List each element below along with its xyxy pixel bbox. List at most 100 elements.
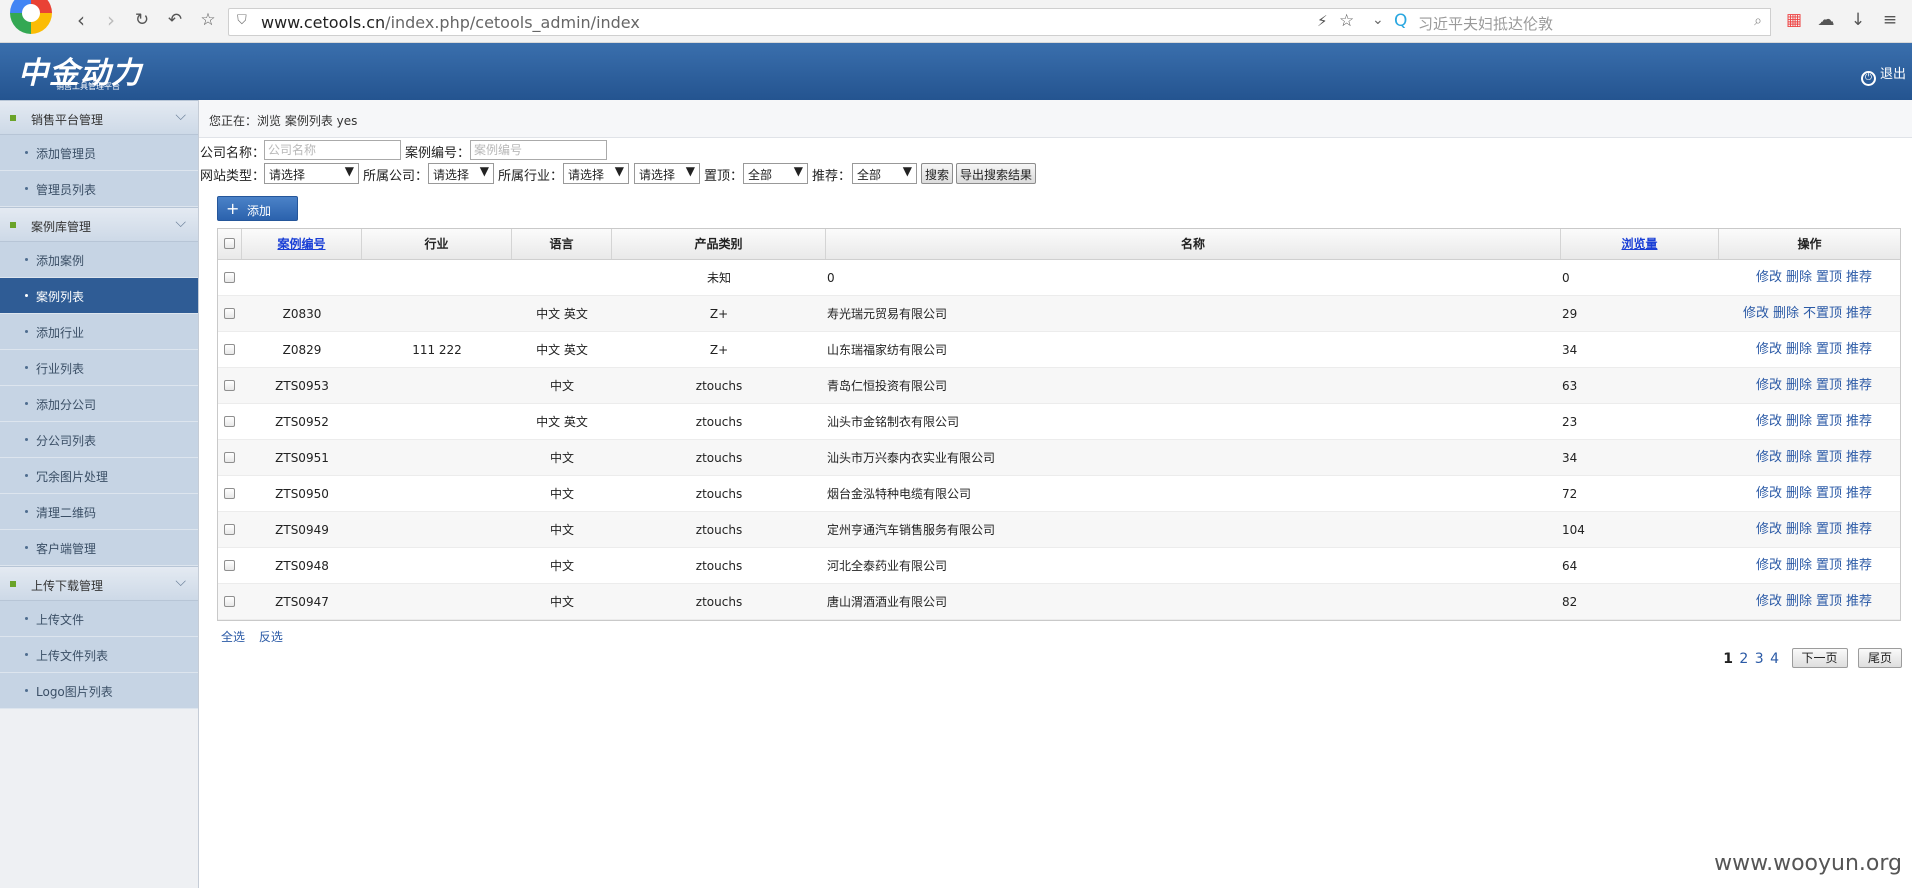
column-header-case-no[interactable]: 案例编号 [242,229,362,259]
invert-selection-link[interactable]: 反选 [259,630,283,644]
delete-link[interactable]: 删除 [1786,414,1812,429]
logout-button[interactable]: ⏻ 退出 [1860,63,1906,86]
row-checkbox[interactable] [224,380,235,391]
export-results-button[interactable]: 导出搜索结果 [956,163,1037,184]
sidebar-item-logo-list[interactable]: Logo图片列表 [0,673,198,709]
pin-top-link[interactable]: 置顶 [1816,594,1842,609]
page-4-link[interactable]: 4 [1770,651,1779,667]
url-text[interactable]: www.cetools.cn/index.php/cetools_admin/i… [261,13,640,32]
sidebar-group-upload[interactable]: 上传下载管理 ⌵ [0,566,198,601]
sidebar-item-industry-list[interactable]: 行业列表 [0,350,198,386]
next-page-button[interactable]: 下一页 [1791,648,1848,668]
sidebar-item-case-list[interactable]: 案例列表 [0,278,198,314]
cloud-icon[interactable]: ☁ [1816,10,1836,30]
sidebar-item-add-case[interactable]: 添加案例 [0,242,198,278]
recommend-link[interactable]: 推荐 [1846,342,1872,357]
download-icon[interactable]: ↓ [1848,10,1868,30]
add-case-button[interactable]: + 添加 [217,196,298,221]
sidebar-item-upload-list[interactable]: 上传文件列表 [0,637,198,673]
browser-search-box[interactable]: ⌄ Q 习近平夫妇抵达伦敦 ⌕ [1368,8,1771,36]
site-type-select[interactable]: 请选择 ▼ [264,163,359,184]
delete-link[interactable]: 删除 [1786,378,1812,393]
apps-grid-icon[interactable]: ▦ [1784,10,1804,30]
delete-link[interactable]: 删除 [1773,306,1799,321]
recommend-link[interactable]: 推荐 [1846,522,1872,537]
chevron-down-icon[interactable]: ⌄ [1372,12,1384,28]
pin-top-link[interactable]: 置顶 [1816,342,1842,357]
edit-link[interactable]: 修改 [1756,270,1782,285]
sidebar-item-add-admin[interactable]: 添加管理员 [0,135,198,171]
row-checkbox[interactable] [224,344,235,355]
sort-views-link[interactable]: 浏览量 [1621,237,1657,251]
pin-top-link[interactable]: 置顶 [1816,450,1842,465]
sidebar-item-add-branch[interactable]: 添加分公司 [0,386,198,422]
pin-top-link[interactable]: 置顶 [1816,486,1842,501]
sidebar-item-clear-qrcode[interactable]: 清理二维码 [0,494,198,530]
recommend-select[interactable]: 全部 ▼ [852,163,917,184]
column-header-views[interactable]: 浏览量 [1561,229,1719,259]
recommend-link[interactable]: 推荐 [1846,558,1872,573]
industry-select[interactable]: 请选择 ▼ [563,163,629,184]
chevron-down-icon[interactable]: ⌵ [175,574,186,590]
sidebar-item-add-industry[interactable]: 添加行业 [0,314,198,350]
row-checkbox[interactable] [224,560,235,571]
recommend-link[interactable]: 推荐 [1846,270,1872,285]
row-checkbox[interactable] [224,596,235,607]
edit-link[interactable]: 修改 [1756,486,1782,501]
address-bar[interactable]: ⛉ www.cetools.cn/index.php/cetools_admin… [228,8,1370,36]
page-1-link[interactable]: 1 [1723,651,1733,667]
pin-top-link[interactable]: 置顶 [1816,522,1842,537]
row-checkbox[interactable] [224,308,235,319]
pin-top-link[interactable]: 置顶 [1816,414,1842,429]
row-checkbox[interactable] [224,452,235,463]
edit-link[interactable]: 修改 [1756,558,1782,573]
bookmark-star-icon[interactable]: ☆ [197,9,219,31]
edit-link[interactable]: 修改 [1756,522,1782,537]
search-icon[interactable]: ⌕ [1754,13,1762,29]
page-2-link[interactable]: 2 [1739,651,1748,667]
select-all-link[interactable]: 全选 [221,630,245,644]
edit-link[interactable]: 修改 [1756,594,1782,609]
search-button[interactable]: 搜索 [921,163,954,184]
unpin-top-link[interactable]: 不置顶 [1803,306,1842,321]
row-checkbox[interactable] [224,272,235,283]
top-select[interactable]: 全部 ▼ [743,163,808,184]
recommend-link[interactable]: 推荐 [1846,306,1872,321]
sidebar-item-admin-list[interactable]: 管理员列表 [0,171,198,207]
company-name-input[interactable] [264,140,401,160]
chevron-down-icon[interactable]: ⌵ [175,108,186,124]
forward-icon[interactable]: › [100,9,122,31]
menu-icon[interactable]: ≡ [1880,10,1900,30]
edit-link[interactable]: 修改 [1756,342,1782,357]
recommend-link[interactable]: 推荐 [1846,594,1872,609]
delete-link[interactable]: 删除 [1786,450,1812,465]
delete-link[interactable]: 删除 [1786,270,1812,285]
pin-top-link[interactable]: 置顶 [1816,270,1842,285]
lightning-icon[interactable]: ⚡ [1317,12,1328,30]
sub-industry-select[interactable]: 请选择 ▼ [634,163,700,184]
reload-icon[interactable]: ↻ [131,9,153,31]
case-no-input[interactable] [470,140,607,160]
select-all-checkbox[interactable] [224,238,235,249]
branch-select[interactable]: 请选择 ▼ [428,163,494,184]
row-checkbox[interactable] [224,488,235,499]
edit-link[interactable]: 修改 [1756,378,1782,393]
chevron-down-icon[interactable]: ⌵ [175,215,186,231]
edit-link[interactable]: 修改 [1756,450,1782,465]
sidebar-item-client-management[interactable]: 客户端管理 [0,530,198,566]
delete-link[interactable]: 删除 [1786,486,1812,501]
undo-icon[interactable]: ↶ [164,9,186,31]
recommend-link[interactable]: 推荐 [1846,414,1872,429]
sidebar-item-redundant-images[interactable]: 冗余图片处理 [0,458,198,494]
sort-case-no-link[interactable]: 案例编号 [277,237,325,251]
pin-top-link[interactable]: 置顶 [1816,378,1842,393]
delete-link[interactable]: 删除 [1786,342,1812,357]
recommend-link[interactable]: 推荐 [1846,486,1872,501]
delete-link[interactable]: 删除 [1786,522,1812,537]
sidebar-group-sales[interactable]: 销售平台管理 ⌵ [0,100,198,135]
page-3-link[interactable]: 3 [1755,651,1764,667]
last-page-button[interactable]: 尾页 [1857,648,1902,668]
recommend-link[interactable]: 推荐 [1846,450,1872,465]
pin-top-link[interactable]: 置顶 [1816,558,1842,573]
row-checkbox[interactable] [224,524,235,535]
